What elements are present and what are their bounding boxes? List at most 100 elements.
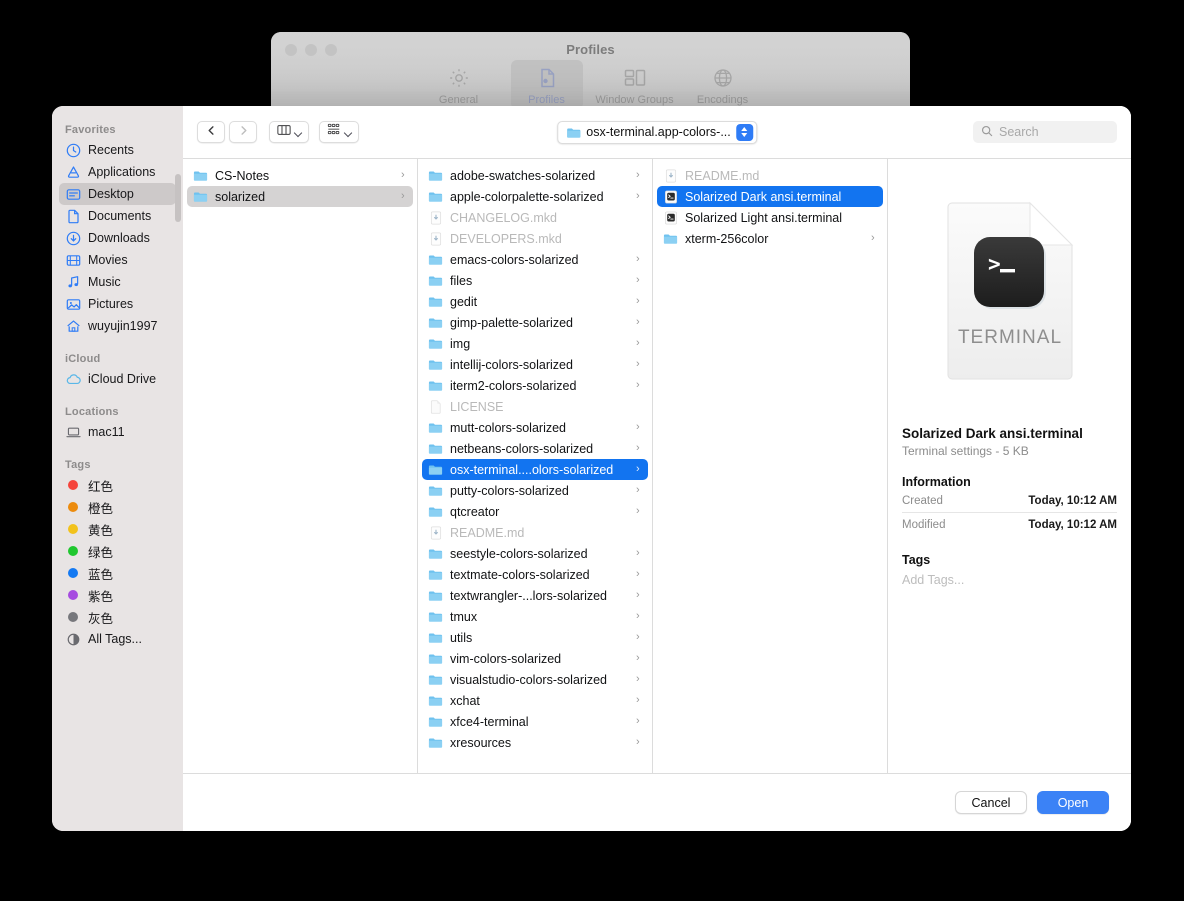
cancel-button[interactable]: Cancel [955, 791, 1027, 814]
sidebar-group-tags: Tags [52, 459, 183, 474]
file-row[interactable]: apple-colorpalette-solarized› [422, 186, 648, 207]
group-items-button[interactable] [319, 121, 359, 143]
folder-icon [428, 672, 443, 687]
folder-icon [428, 609, 443, 624]
file-row[interactable]: putty-colors-solarized› [422, 480, 648, 501]
sidebar-item-[interactable]: 橙色 [59, 496, 176, 518]
chevron-right-icon: › [636, 611, 644, 622]
file-row[interactable]: iterm2-colors-solarized› [422, 375, 648, 396]
chevron-right-icon: › [636, 191, 644, 202]
sidebar-item-[interactable]: 灰色 [59, 606, 176, 628]
sidebar-item-[interactable]: 蓝色 [59, 562, 176, 584]
sidebar-item-applications[interactable]: Applications [59, 161, 176, 183]
tab-general[interactable]: General [423, 60, 495, 109]
tab-profiles-label: Profiles [528, 94, 565, 106]
file-row[interactable]: adobe-swatches-solarized› [422, 165, 648, 186]
folder-icon [428, 378, 443, 393]
tab-encodings[interactable]: Encodings [687, 60, 759, 109]
plain-file-icon [428, 399, 443, 414]
sidebar-item-documents[interactable]: Documents [59, 205, 176, 227]
file-row[interactable]: gimp-palette-solarized› [422, 312, 648, 333]
file-row-label: intellij-colors-solarized [450, 358, 629, 372]
file-row[interactable]: CS-Notes› [187, 165, 413, 186]
file-row[interactable]: xresources› [422, 732, 648, 753]
sidebar-item-all-tags[interactable]: All Tags... [59, 628, 176, 650]
sidebar-item-[interactable]: 绿色 [59, 540, 176, 562]
sidebar-item-music[interactable]: Music [59, 271, 176, 293]
file-row[interactable]: vim-colors-solarized› [422, 648, 648, 669]
sidebar-item-wuyujin1997[interactable]: wuyujin1997 [59, 315, 176, 337]
file-row[interactable]: Solarized Dark ansi.terminal [657, 186, 883, 207]
folder-icon [428, 315, 443, 330]
sidebar-item-downloads[interactable]: Downloads [59, 227, 176, 249]
search-input[interactable]: Search [999, 125, 1039, 139]
folder-icon [428, 168, 443, 183]
file-row[interactable]: textmate-colors-solarized› [422, 564, 648, 585]
file-row-label: mutt-colors-solarized [450, 421, 629, 435]
file-row[interactable]: xfce4-terminal› [422, 711, 648, 732]
tag-dot-icon [65, 499, 81, 515]
window-groups-icon [622, 65, 648, 91]
file-row[interactable]: utils› [422, 627, 648, 648]
search-field[interactable]: Search [973, 121, 1117, 143]
sidebar-item-pictures[interactable]: Pictures [59, 293, 176, 315]
dialog-footer: Cancel Open [183, 774, 1131, 831]
file-row[interactable]: qtcreator› [422, 501, 648, 522]
column-1[interactable]: CS-Notes›solarized› [183, 159, 418, 773]
file-row-label: README.md [450, 526, 629, 540]
sidebar-item-label: All Tags... [88, 632, 142, 646]
file-row[interactable]: emacs-colors-solarized› [422, 249, 648, 270]
file-row[interactable]: textwrangler-...lors-solarized› [422, 585, 648, 606]
view-mode-button[interactable] [269, 121, 309, 143]
sidebar-item-icloud-drive[interactable]: iCloud Drive [59, 368, 176, 390]
tab-encodings-label: Encodings [697, 94, 748, 106]
tags-heading: Tags [902, 553, 1117, 567]
sidebar-scrollbar-thumb[interactable] [175, 174, 181, 222]
back-button[interactable] [197, 121, 225, 143]
up-down-stepper-icon[interactable] [736, 124, 753, 141]
tab-window-groups-label: Window Groups [595, 94, 673, 106]
file-row[interactable]: visualstudio-colors-solarized› [422, 669, 648, 690]
file-row[interactable]: xterm-256color› [657, 228, 883, 249]
chevron-right-icon: › [636, 737, 644, 748]
file-row[interactable]: img› [422, 333, 648, 354]
sidebar-item-mac11[interactable]: mac11 [59, 421, 176, 443]
file-row[interactable]: xchat› [422, 690, 648, 711]
tag-color-dot [68, 546, 78, 556]
chevron-right-icon: › [636, 254, 644, 265]
folder-icon [428, 189, 443, 204]
path-popup-button[interactable]: osx-terminal.app-colors-... [557, 121, 757, 144]
folder-icon [428, 504, 443, 519]
sidebar-item-recents[interactable]: Recents [59, 139, 176, 161]
file-row[interactable]: mutt-colors-solarized› [422, 417, 648, 438]
information-heading: Information [902, 475, 1117, 489]
navigation-buttons[interactable] [197, 121, 257, 143]
file-row[interactable]: Solarized Light ansi.terminal [657, 207, 883, 228]
tab-profiles[interactable]: Profiles [511, 60, 583, 109]
prefs-toolbar-tabs[interactable]: General Profiles [271, 60, 910, 109]
file-row[interactable]: gedit› [422, 291, 648, 312]
sidebar-item-desktop[interactable]: Desktop [59, 183, 176, 205]
file-row-label: qtcreator [450, 505, 629, 519]
column-2[interactable]: adobe-swatches-solarized›apple-colorpale… [418, 159, 653, 773]
file-row[interactable]: seestyle-colors-solarized› [422, 543, 648, 564]
file-row[interactable]: netbeans-colors-solarized› [422, 438, 648, 459]
column-3[interactable]: README.mdSolarized Dark ansi.terminalSol… [653, 159, 888, 773]
file-row[interactable]: osx-terminal....olors-solarized› [422, 459, 648, 480]
forward-button[interactable] [229, 121, 257, 143]
sidebar-item-movies[interactable]: Movies [59, 249, 176, 271]
file-row-label: xterm-256color [685, 232, 864, 246]
sidebar-item-[interactable]: 红色 [59, 474, 176, 496]
file-row[interactable]: intellij-colors-solarized› [422, 354, 648, 375]
add-tags-field[interactable]: Add Tags... [902, 573, 1117, 587]
folder-icon [566, 125, 581, 140]
sidebar-item-[interactable]: 黄色 [59, 518, 176, 540]
file-row[interactable]: solarized› [187, 186, 413, 207]
file-row[interactable]: tmux› [422, 606, 648, 627]
dialog-main: osx-terminal.app-colors-... Search [183, 106, 1131, 831]
tag-dot-icon [65, 587, 81, 603]
file-row[interactable]: files› [422, 270, 648, 291]
tab-window-groups[interactable]: Window Groups [599, 60, 671, 109]
sidebar-item-[interactable]: 紫色 [59, 584, 176, 606]
open-button[interactable]: Open [1037, 791, 1109, 814]
